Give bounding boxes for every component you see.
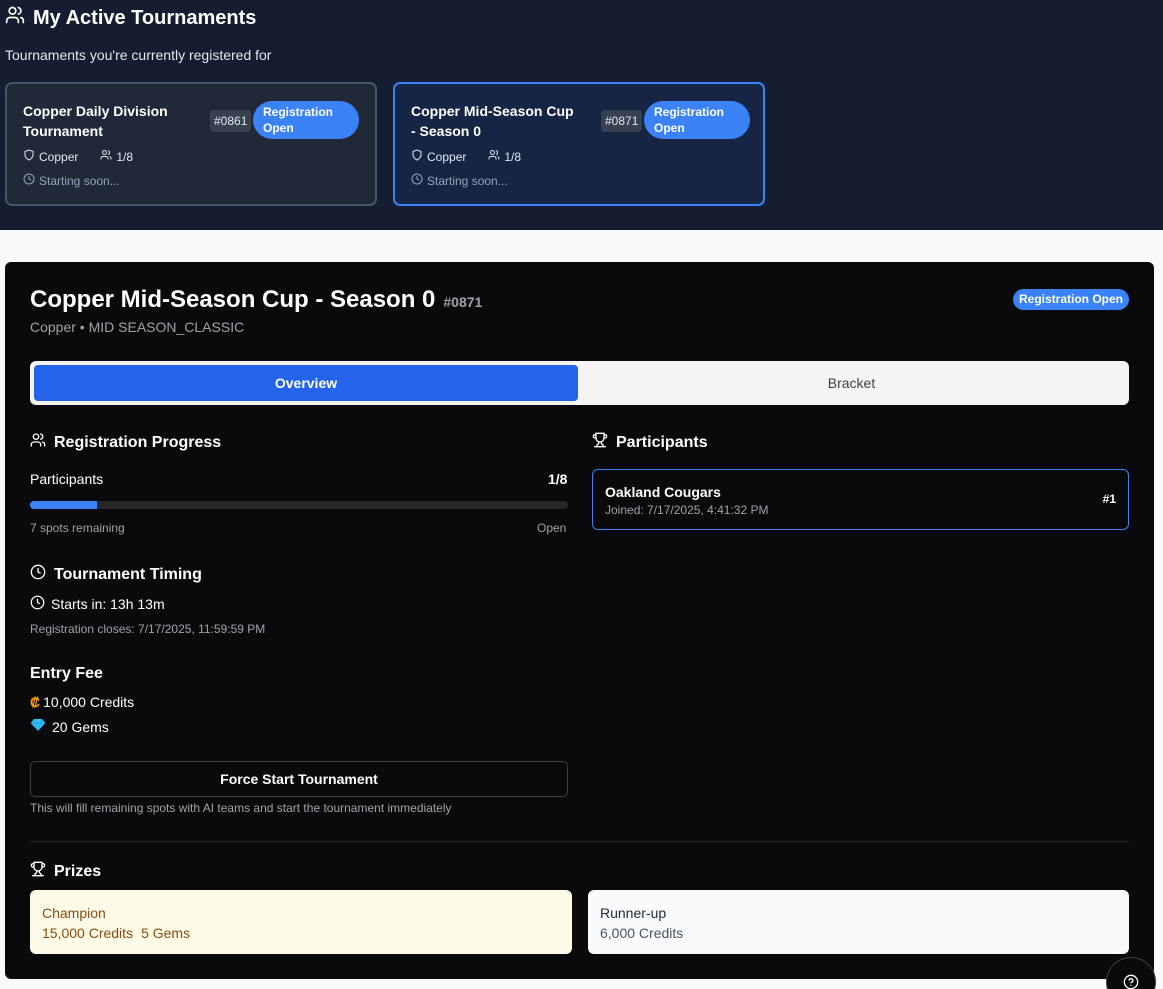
champion-amount: 15,000 Credits 5 Gems [42,923,560,943]
prizes-heading-text: Prizes [54,862,102,880]
tab-overview[interactable]: Overview [34,365,578,401]
participants-heading: Participants [592,432,708,453]
registration-heading: Registration Progress [30,432,221,453]
registration-progress-fill [30,501,98,509]
tournament-card-division: Copper [39,149,79,164]
timing-heading-text: Tournament Timing [54,565,202,583]
tournament-card-start-text: Starting soon... [39,173,120,188]
status-badge: Registration Open [1013,289,1129,310]
tournament-id: #0871 [443,294,483,310]
trophy-icon [592,432,608,453]
registration-heading-text: Registration Progress [54,433,222,451]
participant-joined: Joined: 7/17/2025, 4:41:32 PM [605,503,769,517]
users-icon [100,149,112,164]
tournament-card-participants: 1/8 [116,149,134,164]
tournament-card-id: #0871 [601,110,643,132]
tournament-card-start: Starting soon... [411,173,508,188]
tournament-detail-panel: Copper Mid-Season Cup - Season 0 #0871 C… [5,262,1154,979]
trophy-icon [30,861,46,882]
champion-label: Champion [42,905,106,921]
tournament-card-name: Copper Mid-Season Cup - Season 0 [411,103,574,139]
clock-icon [30,595,45,613]
champion-prize-card: Champion 15,000 Credits 5 Gems [30,890,572,954]
tournament-subtitle: Copper • MID SEASON_CLASSIC [30,319,245,335]
tab-list: Overview Bracket [30,361,1129,405]
tournament-title: Copper Mid-Season Cup - Season 0 [30,286,436,313]
entry-fee-heading: Entry Fee [30,665,103,682]
shield-icon [23,149,35,164]
tournament-card-id: #0861 [210,110,252,132]
users-icon [488,149,500,164]
active-tournaments-section: My Active Tournaments Tournaments you're… [0,0,1163,230]
champion-credits: 15,000 Credits [42,925,134,941]
clock-icon [23,173,35,188]
clock-icon [30,564,46,585]
tournament-card-meta: Copper 1/8 [23,149,133,164]
page-title: Copper Mid-Season Cup - Season 0 #0871 [30,286,482,314]
runner-up-label: Runner-up [600,905,667,921]
tournament-card-participants: 1/8 [504,149,522,164]
participants-heading-text: Participants [616,433,708,451]
starts-in-row: Starts in: 13h 13m [30,595,165,613]
participants-count: 1/8 [548,471,568,487]
tournament-card-division: Copper [427,149,467,164]
runner-up-credits: 6,000 Credits [600,925,684,941]
tournament-card-start-text: Starting soon... [427,173,508,188]
divider [30,841,1129,842]
runner-up-prize-card: Runner-up 6,000 Credits [588,890,1129,954]
runner-up-amount: 6,000 Credits [600,923,1117,943]
participant-rank: #1 [1102,492,1116,506]
tournament-card-start: Starting soon... [23,173,120,188]
status-badge: Registration Open [253,101,359,139]
timing-heading: Tournament Timing [30,564,202,585]
users-icon [30,432,46,453]
force-start-button[interactable]: Force Start Tournament [30,761,568,797]
credits-icon: ₡ [30,694,41,710]
force-start-note: This will fill remaining spots with AI t… [30,801,452,815]
tournament-card-name: Copper Daily Division Tournament [23,103,168,139]
section-title-text: My Active Tournaments [33,6,257,29]
tab-bracket[interactable]: Bracket [578,365,1125,401]
participant-card[interactable]: Oakland Cougars Joined: 7/17/2025, 4:41:… [592,469,1129,530]
tournament-card-selected[interactable]: Copper Mid-Season Cup - Season 0 #0871 R… [393,82,765,206]
section-title: My Active Tournaments [5,5,256,31]
participant-name: Oakland Cougars [605,484,721,500]
champion-gems: 5 Gems [141,925,191,941]
spots-remaining: 7 spots remaining [30,521,125,535]
users-icon [5,5,25,31]
registration-progress-bar [30,501,568,509]
registration-closes: Registration closes: 7/17/2025, 11:59:59… [30,622,266,636]
gem-icon [30,718,46,735]
entry-gems: 20 Gems [52,718,109,735]
starts-in-text: Starts in: 13h 13m [51,596,165,612]
clock-icon [411,173,423,188]
tournament-card[interactable]: Copper Daily Division Tournament #0861 R… [5,82,377,206]
registration-state: Open [537,521,567,535]
status-badge: Registration Open [644,101,750,139]
section-subtitle: Tournaments you're currently registered … [5,47,272,63]
participants-label: Participants [30,471,104,487]
tournament-card-meta: Copper 1/8 [411,149,521,164]
entry-credits-row: ₡ 10,000 Credits [30,694,134,710]
entry-credits: 10,000 Credits [43,694,135,710]
prizes-heading: Prizes [30,861,101,882]
entry-gems-row: 20 Gems [30,718,109,735]
shield-icon [411,149,423,164]
